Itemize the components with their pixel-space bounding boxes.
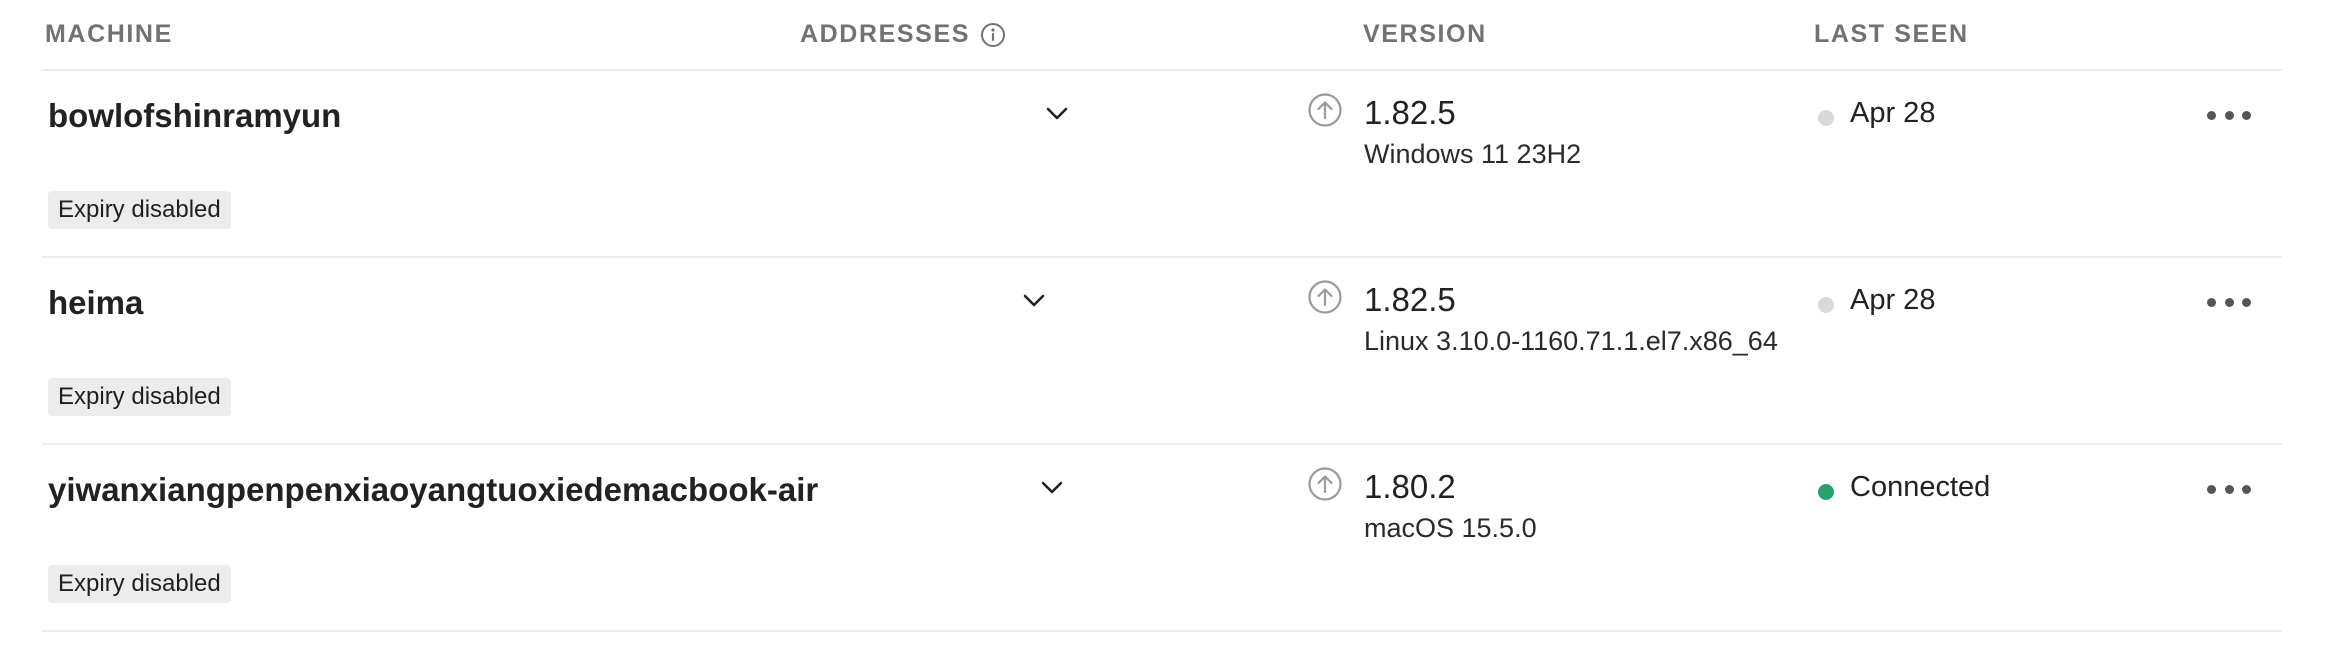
column-header-version[interactable]: VERSION [1363, 20, 1487, 49]
os-version: Linux 3.10.0-1160.71.1.el7.x86_64 [1364, 326, 1778, 356]
column-header-machine[interactable]: MACHINE [45, 20, 173, 49]
machine-name[interactable]: yiwanxiangpenpenxiaoyangtuoxiedemacbook-… [48, 471, 818, 509]
more-horizontal-icon[interactable] [2207, 290, 2251, 314]
update-available-icon[interactable] [1307, 92, 1343, 128]
chevron-down-icon[interactable] [1043, 99, 1071, 127]
last-seen-text: Apr 28 [1850, 97, 1936, 129]
table-row[interactable]: yiwanxiangpenpenxiaoyangtuoxiedemacbook-… [42, 445, 2282, 632]
table-row[interactable]: bowlofshinramyun Expiry disabled 1.82.5 … [42, 71, 2282, 258]
os-version: macOS 15.5.0 [1364, 513, 1537, 543]
expiry-badge: Expiry disabled [48, 191, 231, 229]
update-available-icon[interactable] [1307, 279, 1343, 315]
machine-name[interactable]: heima [48, 284, 143, 322]
last-seen-text: Apr 28 [1850, 284, 1936, 316]
chevron-down-icon[interactable] [1038, 473, 1066, 501]
table-row[interactable]: heima Expiry disabled 1.82.5 Linux 3.10.… [42, 258, 2282, 445]
column-header-addresses[interactable]: ADDRESSES [800, 20, 1006, 49]
status-dot [1818, 484, 1834, 500]
chevron-down-icon[interactable] [1020, 286, 1048, 314]
more-horizontal-icon[interactable] [2207, 477, 2251, 501]
more-horizontal-icon[interactable] [2207, 103, 2251, 127]
status-dot [1818, 297, 1834, 313]
machine-name[interactable]: bowlofshinramyun [48, 97, 341, 135]
column-header-addresses-label: ADDRESSES [800, 20, 970, 48]
os-version: Windows 11 23H2 [1364, 139, 1582, 169]
update-available-icon[interactable] [1307, 466, 1343, 502]
version-number: 1.80.2 [1364, 468, 1456, 505]
version-number: 1.82.5 [1364, 281, 1456, 318]
column-header-last-seen[interactable]: LAST SEEN [1814, 20, 1969, 49]
last-seen-text: Connected [1850, 471, 1991, 503]
info-icon[interactable] [980, 22, 1006, 48]
machines-table: MACHINE ADDRESSES VERSION LAST SEEN bowl… [42, 0, 2282, 632]
expiry-badge: Expiry disabled [48, 565, 231, 603]
expiry-badge: Expiry disabled [48, 378, 231, 416]
version-number: 1.82.5 [1364, 94, 1456, 131]
status-dot [1818, 110, 1834, 126]
table-header: MACHINE ADDRESSES VERSION LAST SEEN [42, 0, 2282, 71]
